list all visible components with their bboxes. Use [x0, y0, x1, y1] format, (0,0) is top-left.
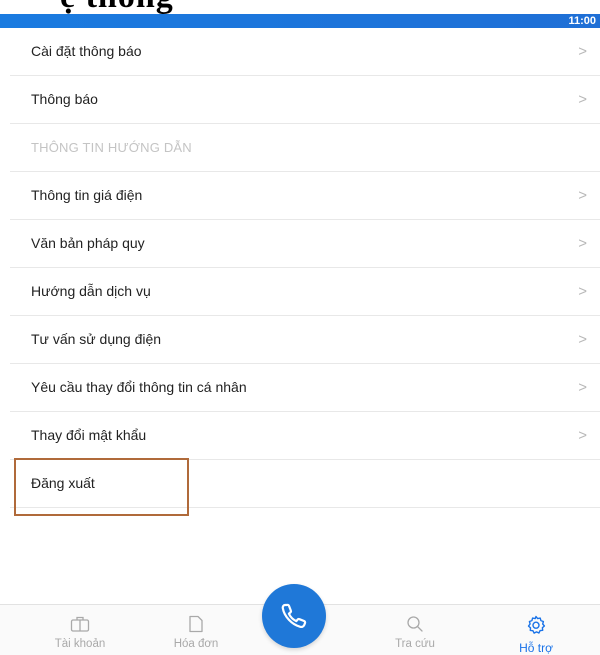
- tab-invoice-label: Hóa đơn: [173, 638, 219, 650]
- logout-highlight-box: [14, 458, 189, 516]
- menu-item-label: Thông tin giá điện: [31, 187, 143, 203]
- chevron-right-icon: >: [578, 43, 587, 60]
- call-button[interactable]: [262, 584, 326, 648]
- chevron-right-icon: >: [578, 283, 587, 300]
- menu-item-label: Thay đổi mật khẩu: [31, 427, 147, 443]
- menu-item-change-password[interactable]: Thay đổi mật khẩu >: [10, 412, 600, 460]
- tab-invoice[interactable]: Hóa đơn: [146, 605, 246, 655]
- menu-item-label: Hướng dẫn dịch vụ: [31, 283, 151, 299]
- menu-item-label: Cài đặt thông báo: [31, 43, 142, 59]
- menu-item-label: Thông báo: [31, 91, 98, 107]
- menu-item-notifications[interactable]: Thông báo >: [10, 76, 600, 124]
- heading-fragment: ệ thống: [60, 0, 174, 14]
- menu-item-usage-advice[interactable]: Tư vấn sử dụng điện >: [10, 316, 600, 364]
- settings-menu: Cài đặt thông báo > Thông báo > THÔNG TI…: [10, 28, 600, 508]
- chevron-right-icon: >: [578, 235, 587, 252]
- menu-item-label: Yêu cầu thay đổi thông tin cá nhân: [31, 379, 247, 395]
- chevron-right-icon: >: [578, 427, 587, 444]
- menu-item-notification-settings[interactable]: Cài đặt thông báo >: [10, 28, 600, 76]
- menu-item-change-personal-info[interactable]: Yêu cầu thay đổi thông tin cá nhân >: [10, 364, 600, 412]
- chevron-right-icon: >: [578, 91, 587, 108]
- menu-item-legal-documents[interactable]: Văn bản pháp quy >: [10, 220, 600, 268]
- menu-item-label: Tư vấn sử dụng điện: [31, 331, 162, 347]
- tab-account-label: Tài khoản: [54, 638, 106, 650]
- phone-icon: [281, 603, 307, 629]
- chevron-right-icon: >: [578, 187, 587, 204]
- status-time: 11:00: [568, 15, 596, 27]
- section-header-label: THÔNG TIN HƯỚNG DẪN: [31, 140, 192, 155]
- cropped-heading: ệ thống: [0, 0, 600, 14]
- status-bar: 11:00: [0, 14, 600, 28]
- tab-support[interactable]: Hỗ trợ: [486, 605, 586, 655]
- account-card-icon: [30, 615, 130, 633]
- tab-support-label: Hỗ trợ: [519, 641, 553, 655]
- gear-icon: [486, 615, 586, 634]
- chevron-right-icon: >: [578, 331, 587, 348]
- tab-search-label: Tra cứu: [395, 638, 435, 650]
- chevron-right-icon: >: [578, 379, 587, 396]
- tab-search[interactable]: Tra cứu: [365, 605, 465, 655]
- menu-item-label: Văn bản pháp quy: [31, 235, 145, 251]
- section-header-guide: THÔNG TIN HƯỚNG DẪN: [10, 124, 600, 172]
- tab-account[interactable]: Tài khoản: [30, 605, 130, 655]
- menu-item-electricity-price[interactable]: Thông tin giá điện >: [10, 172, 600, 220]
- menu-item-service-guide[interactable]: Hướng dẫn dịch vụ >: [10, 268, 600, 316]
- search-icon: [365, 615, 465, 633]
- invoice-icon: [146, 615, 246, 633]
